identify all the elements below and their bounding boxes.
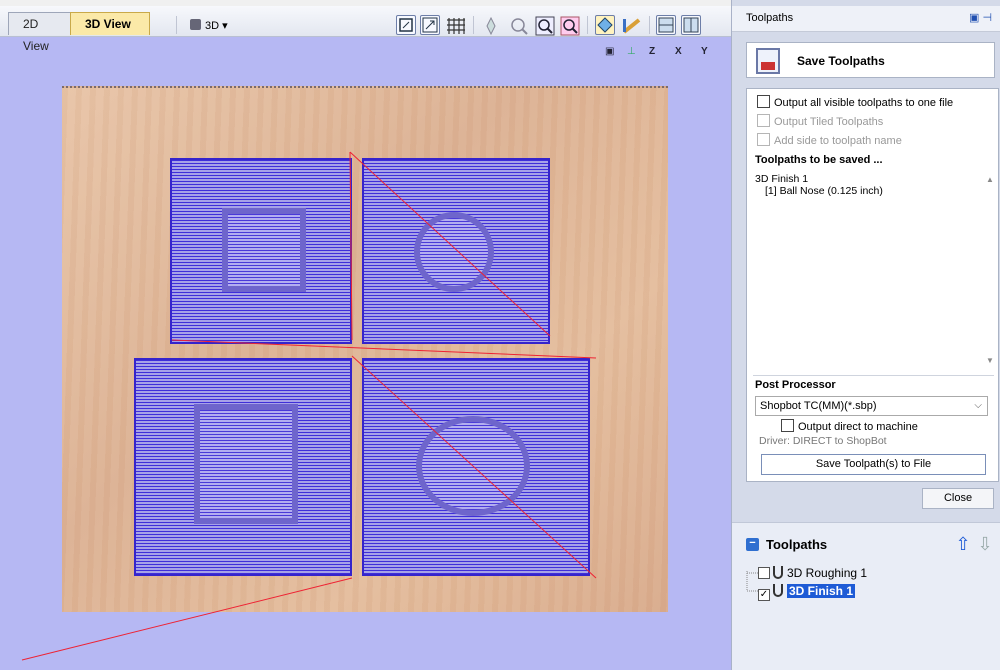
tool-icon [773,584,783,597]
toolpath-item-roughing[interactable]: 3D Roughing 1 [758,565,867,581]
toolpaths-panel: Toolpaths ▣ ⊣ Save Toolpaths Output all … [731,0,1000,670]
post-processor-select[interactable]: Shopbot TC(MM)(*.sbp) ⌵ [755,396,988,416]
divider [753,375,994,376]
post-processor-heading: Post Processor [755,379,836,391]
toolpaths-list-panel: − Toolpaths ⇧ ⇩ 3D Roughing 1 ✓ 3D Finish… [732,522,1000,670]
save-toolpaths-to-file-button[interactable]: Save Toolpath(s) to File [761,454,986,475]
scroll-down-icon[interactable]: ▼ [986,356,994,365]
post-processor-value: Shopbot TC(MM)(*.sbp) [760,400,877,412]
toolpaths-list-title: Toolpaths [766,537,828,552]
toolpath-label: 3D Finish 1 [787,584,856,598]
pin-icon[interactable]: ▣ ⊣ [969,11,997,27]
toolpath-label: 3D Roughing 1 [787,566,868,580]
collapse-icon[interactable]: − [746,538,759,551]
scroll-up-icon[interactable]: ▲ [986,175,994,184]
chevron-down-icon: ⌵ [974,400,982,411]
move-down-arrow-icon[interactable]: ⇩ [976,533,994,555]
close-button[interactable]: Close [922,488,994,509]
save-toolpaths-form: Output all visible toolpaths to one file… [746,88,999,482]
floppy-disk-icon [756,48,780,74]
3d-viewport[interactable]: 2D View 3D View 3D ▾ ▣ ⊥ Z X Y [0,0,731,670]
list-item: [1] Ball Nose (0.125 inch) [765,185,883,197]
tool-icon [773,566,783,579]
list-scrollbar[interactable]: ▲ ▼ [984,173,996,367]
checkbox-output-one-file[interactable]: Output all visible toolpaths to one file [757,95,953,111]
list-item: 3D Finish 1 [755,173,809,185]
toolpaths-to-save-list[interactable]: 3D Finish 1 [1] Ball Nose (0.125 inch) [755,173,995,373]
checkbox-output-direct[interactable]: Output direct to machine [781,419,918,435]
move-up-arrow-icon[interactable]: ⇧ [954,533,972,555]
panel-title: Toolpaths [746,12,794,24]
checkbox-add-side-name: Add side to toolpath name [757,133,902,149]
toolpaths-to-save-heading: Toolpaths to be saved ... [755,154,883,166]
tree-lines [746,571,758,592]
rapid-moves-overlay [21,151,597,661]
toolpath-item-finish[interactable]: ✓ 3D Finish 1 [758,583,856,601]
panel-header: Toolpaths ▣ ⊣ [732,6,1000,32]
save-toolpaths-title: Save Toolpaths [797,54,885,68]
save-toolpaths-header: Save Toolpaths [746,42,995,78]
checkbox-output-tiled: Output Tiled Toolpaths [757,114,883,130]
driver-text: Driver: DIRECT to ShopBot [759,435,887,447]
